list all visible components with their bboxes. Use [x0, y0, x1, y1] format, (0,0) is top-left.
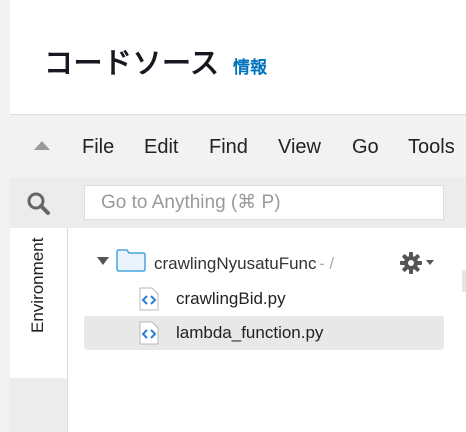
tree-file-label: crawlingBid.py [176, 289, 286, 308]
code-file-icon [139, 287, 159, 311]
tree-file-row-selected[interactable]: lambda_function.py [84, 316, 444, 350]
splitter-handle[interactable] [462, 270, 466, 292]
tree-root-path: - / [319, 254, 335, 273]
info-link[interactable]: 情報 [233, 53, 267, 78]
menu-edit[interactable]: Edit [144, 136, 178, 159]
menu-file[interactable]: File [82, 136, 114, 159]
code-file-icon [139, 321, 159, 345]
chevron-down-icon[interactable] [426, 260, 434, 265]
tree-root-label[interactable]: crawlingNyusatuFunc [154, 254, 317, 274]
tree-file-label: lambda_function.py [176, 323, 324, 342]
menu-tools[interactable]: Tools [408, 136, 455, 159]
left-rail-filler [10, 378, 68, 432]
folder-icon [116, 249, 146, 272]
menu-find[interactable]: Find [209, 136, 248, 159]
page-title: コードソース [44, 48, 220, 80]
search-button[interactable] [10, 178, 67, 229]
triangle-up-icon[interactable] [34, 141, 50, 150]
tab-environment-label: Environment [28, 237, 47, 333]
search-icon [27, 192, 50, 215]
gear-icon[interactable] [399, 251, 423, 275]
menu-view[interactable]: View [278, 136, 321, 159]
menu-go[interactable]: Go [352, 136, 379, 159]
go-to-anything-input[interactable]: Go to Anything (⌘ P) [84, 185, 444, 220]
tree-file-row[interactable]: crawlingBid.py [84, 282, 444, 316]
ide-menubar: File Edit Find View Go Tools [10, 114, 466, 180]
expand-arrow-icon[interactable] [97, 257, 109, 265]
